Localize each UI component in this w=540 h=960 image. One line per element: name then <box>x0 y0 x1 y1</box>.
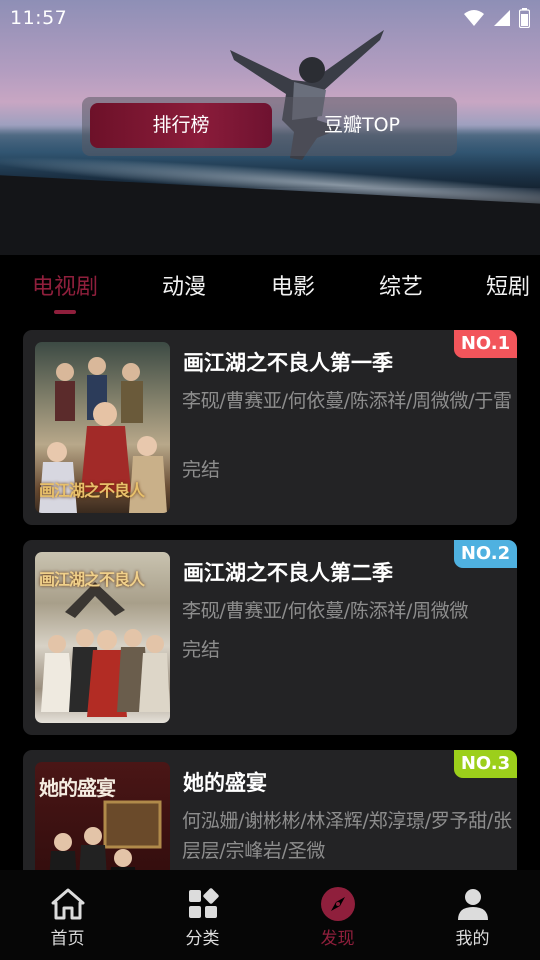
show-title: 她的盛宴 <box>183 771 267 795</box>
tab-movies[interactable]: 电影 <box>271 269 315 301</box>
ranking-card[interactable]: 画江湖之不良人 画江湖之不良人第一季 李砚/曹赛亚/何依蔓/陈添祥/周微微/于雷… <box>23 330 517 525</box>
home-icon <box>51 888 84 920</box>
tab-tv-series[interactable]: 电视剧 <box>32 269 98 301</box>
ranking-list: 画江湖之不良人 画江湖之不良人第一季 李砚/曹赛亚/何依蔓/陈添祥/周微微/于雷… <box>0 317 540 870</box>
douban-top-toggle-button[interactable]: 豆瓣TOP <box>287 103 437 148</box>
status-time: 11:57 <box>10 7 68 29</box>
rank-badge: NO.3 <box>454 750 517 778</box>
nav-discover[interactable]: 发现 <box>270 870 405 960</box>
category-icon <box>188 888 219 918</box>
tab-anime[interactable]: 动漫 <box>162 269 206 301</box>
show-cast: 何泓姗/谢彬彬/林泽辉/郑淳璟/罗予甜/张层层/宗峰岩/圣微 <box>182 810 512 862</box>
show-status: 完结 <box>182 639 221 661</box>
nav-label: 首页 <box>50 929 85 949</box>
tab-short-drama[interactable]: 短剧 <box>486 269 530 301</box>
nav-label: 发现 <box>320 929 355 949</box>
show-cast: 李砚/曹赛亚/何依蔓/陈添祥/周微微/于雷 <box>182 390 512 412</box>
poster-title-text: 她的盛宴 <box>39 776 116 800</box>
nav-category[interactable]: 分类 <box>135 870 270 960</box>
rank-badge: NO.1 <box>454 330 517 358</box>
nav-home[interactable]: 首页 <box>0 870 135 960</box>
compass-icon <box>320 887 355 921</box>
ranking-list-toggle-button[interactable]: 排行榜 <box>90 103 272 148</box>
category-tabs: 电视剧 动漫 电影 综艺 短剧 <box>0 255 540 317</box>
poster-title-text: 画江湖之不良人 <box>39 570 145 589</box>
ranking-card[interactable]: 她的盛宴 她的盛宴 何泓姗/谢彬彬/林泽辉/郑淳璟/罗予甜/张层层/宗峰岩/圣微… <box>23 750 517 870</box>
bottom-navigation: 首页 分类 发现 我的 <box>0 870 540 960</box>
poster-image: 画江湖之不良人 <box>35 342 170 513</box>
nav-profile[interactable]: 我的 <box>405 870 540 960</box>
status-icons <box>463 8 530 28</box>
ranking-source-toggle: 排行榜 豆瓣TOP <box>82 97 457 156</box>
wifi-icon <box>464 10 484 26</box>
active-tab-indicator <box>54 310 76 314</box>
tab-variety[interactable]: 综艺 <box>379 269 423 301</box>
signal-icon <box>494 10 510 26</box>
show-cast: 李砚/曹赛亚/何依蔓/陈添祥/周微微 <box>182 600 469 622</box>
battery-icon <box>519 8 530 28</box>
nav-label: 分类 <box>185 929 220 949</box>
poster-image: 她的盛宴 <box>35 762 170 870</box>
ranking-card[interactable]: 画江湖之不良人 画江湖之不良人第二季 李砚/曹赛亚/何依蔓/陈添祥/周微微 完结… <box>23 540 517 735</box>
show-title: 画江湖之不良人第一季 <box>183 351 393 375</box>
status-bar: 11:57 <box>0 0 540 36</box>
show-title: 画江湖之不良人第二季 <box>183 561 393 585</box>
poster-title-text: 画江湖之不良人 <box>39 481 145 500</box>
nav-label: 我的 <box>455 929 490 949</box>
rank-badge: NO.2 <box>454 540 517 568</box>
profile-icon <box>457 889 488 920</box>
poster-image: 画江湖之不良人 <box>35 552 170 723</box>
show-status: 完结 <box>182 459 221 481</box>
